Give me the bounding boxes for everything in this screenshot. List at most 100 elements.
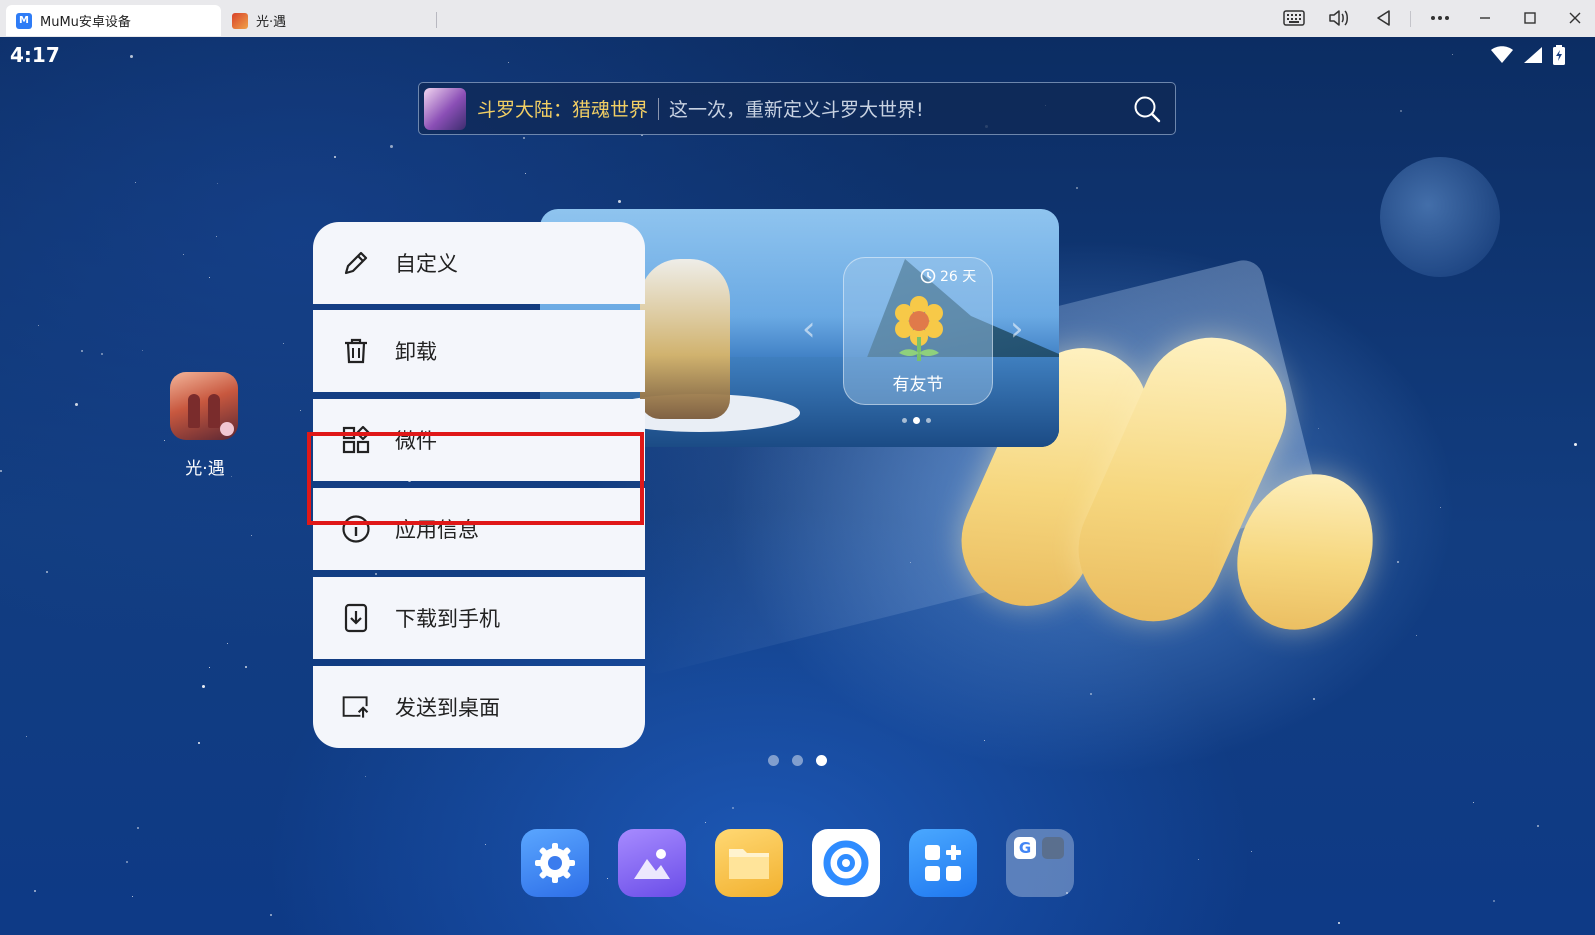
- menu-item-label: 应用信息: [395, 518, 479, 542]
- tab-label: MuMu安卓设备: [40, 15, 131, 30]
- widgets-icon: [341, 425, 371, 455]
- menu-item-widgets[interactable]: 微件: [313, 399, 645, 481]
- home-page-dot[interactable]: [792, 755, 803, 766]
- home-page-dot-active[interactable]: [816, 755, 827, 766]
- wallpaper-star: [1338, 922, 1340, 924]
- wallpaper-star: [209, 277, 210, 278]
- wallpaper-star: [101, 353, 103, 355]
- menu-item-app-info[interactable]: 应用信息: [313, 488, 645, 570]
- wallpaper-star: [1251, 851, 1252, 852]
- menu-item-uninstall[interactable]: 卸载: [313, 310, 645, 392]
- menu-item-customize[interactable]: 自定义: [313, 222, 645, 304]
- google-folder-icon[interactable]: G: [1006, 829, 1074, 897]
- search-slogan: 这一次，重新定义斗罗大世界!: [669, 99, 924, 121]
- wallpaper-star: [485, 844, 486, 845]
- wallpaper-star: [142, 350, 143, 351]
- home-page-dot[interactable]: [768, 755, 779, 766]
- wallpaper-star: [1574, 443, 1577, 446]
- banner-page-dot-active: [913, 417, 920, 424]
- wallpaper-star: [705, 822, 706, 823]
- window-titlebar: M MuMu安卓设备 光·遇: [0, 0, 1595, 38]
- wallpaper-star: [26, 736, 27, 737]
- tab-label: 光·遇: [256, 15, 287, 30]
- volume-icon[interactable]: [1325, 6, 1353, 30]
- status-time: 4:17: [10, 43, 60, 67]
- keyboard-icon[interactable]: [1280, 6, 1308, 30]
- sky-app-icon[interactable]: [170, 372, 238, 440]
- search-bar[interactable]: 斗罗大陆：猎魂世界 这一次，重新定义斗罗大世界!: [418, 82, 1176, 135]
- menu-item-label: 微件: [395, 429, 437, 453]
- app-store-icon[interactable]: [909, 829, 977, 897]
- wallpaper-star: [300, 410, 301, 411]
- tab-mumu-device[interactable]: M MuMu安卓设备: [6, 5, 221, 36]
- wallpaper-star: [132, 896, 133, 897]
- wallpaper-star: [38, 325, 39, 326]
- back-icon[interactable]: [1370, 6, 1398, 30]
- event-card[interactable]: 26 天 有友节: [843, 257, 993, 424]
- wallpaper-star: [34, 890, 36, 892]
- maximize-icon[interactable]: [1516, 6, 1544, 30]
- wallpaper-star: [1452, 54, 1453, 55]
- banner-character: [640, 259, 730, 419]
- wallpaper-star: [283, 343, 284, 344]
- battery-charging-icon: [1553, 45, 1565, 65]
- app-sky[interactable]: 光·遇: [170, 372, 240, 479]
- close-icon[interactable]: [1561, 6, 1589, 30]
- wallpaper-star: [1537, 825, 1539, 827]
- wallpaper-star: [523, 137, 525, 139]
- banner-next-arrow[interactable]: ›: [1010, 309, 1024, 349]
- wallpaper-star: [1090, 693, 1092, 695]
- gallery-icon[interactable]: [618, 829, 686, 897]
- files-icon[interactable]: [715, 829, 783, 897]
- android-home-screen: 4:17 斗罗大陆：猎魂世界 这一次，重新定义斗罗大世界! ‹ › 26 天 有…: [0, 37, 1595, 935]
- wallpaper-star: [1493, 900, 1495, 902]
- wifi-icon: [1491, 46, 1513, 63]
- wallpaper-star: [183, 254, 184, 255]
- trash-icon: [341, 336, 371, 366]
- sunflower-icon: [895, 296, 943, 361]
- wallpaper-star: [525, 173, 526, 174]
- clock-icon: [920, 268, 936, 284]
- search-game-title: 斗罗大陆：猎魂世界: [477, 99, 649, 121]
- wallpaper-star: [365, 776, 366, 777]
- wallpaper-star: [1440, 507, 1441, 508]
- wallpaper-star: [137, 827, 139, 829]
- wallpaper-star: [217, 183, 218, 184]
- minimize-icon[interactable]: [1471, 6, 1499, 30]
- send-to-desktop-icon: [341, 692, 371, 722]
- menu-item-download-to-phone[interactable]: 下载到手机: [313, 577, 645, 659]
- browser-icon[interactable]: [812, 829, 880, 897]
- wallpaper-star: [198, 742, 200, 744]
- wallpaper-star: [245, 666, 247, 668]
- menu-item-label: 自定义: [395, 252, 458, 276]
- wallpaper-star: [390, 145, 393, 148]
- wallpaper-star: [334, 156, 336, 158]
- search-divider: [658, 97, 660, 120]
- wallpaper-star: [216, 236, 217, 237]
- more-icon[interactable]: [1426, 6, 1454, 30]
- menu-item-label: 下载到手机: [395, 607, 500, 631]
- wallpaper-star: [1416, 635, 1417, 636]
- wallpaper-star: [1473, 802, 1474, 803]
- tab-divider: [436, 12, 437, 28]
- mumu-logo-icon: M: [16, 12, 32, 29]
- wallpaper-star: [164, 440, 165, 441]
- search-icon[interactable]: [1133, 95, 1161, 123]
- banner-prev-arrow[interactable]: ‹: [802, 309, 816, 349]
- signal-icon: [1524, 47, 1542, 63]
- wallpaper-star: [1318, 428, 1319, 429]
- wallpaper-star: [1397, 561, 1399, 563]
- event-countdown: 26 天: [920, 266, 976, 286]
- menu-item-send-to-desktop[interactable]: 发送到桌面: [313, 666, 645, 748]
- settings-icon[interactable]: [521, 829, 589, 897]
- wallpaper-star: [209, 667, 210, 668]
- wallpaper-star: [135, 182, 136, 183]
- status-icons: [1491, 45, 1565, 65]
- event-days-text: 26 天: [940, 269, 977, 285]
- wallpaper-star: [732, 807, 734, 809]
- wallpaper-star: [1076, 187, 1078, 189]
- wallpaper-star: [270, 914, 272, 916]
- tab-sky-game[interactable]: 光·遇: [228, 5, 438, 36]
- wallpaper-star: [508, 62, 509, 63]
- wallpaper-star: [75, 403, 78, 406]
